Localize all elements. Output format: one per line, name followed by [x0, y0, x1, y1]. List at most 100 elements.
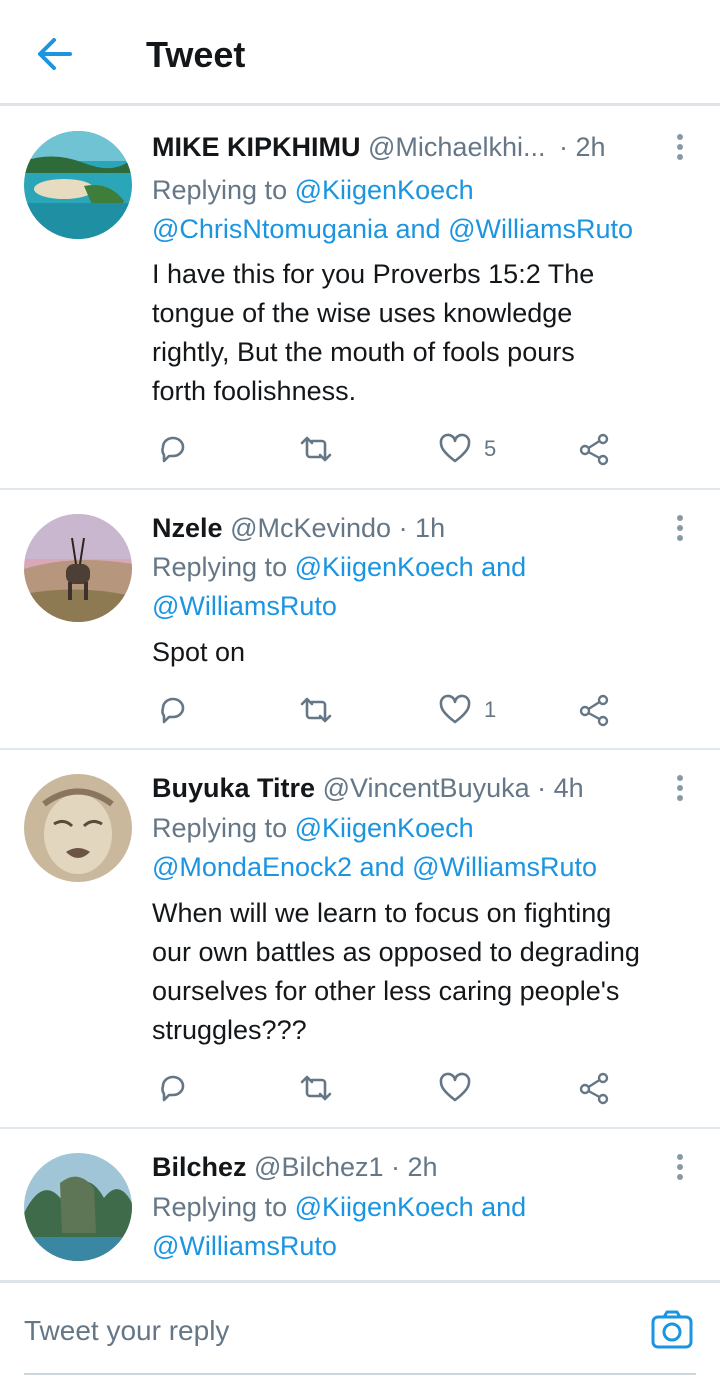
replying-to-label: Replying to	[152, 1192, 295, 1222]
reply-tweet[interactable]: Nzele @McKevindo · 1h Replying to @Kiige…	[0, 490, 720, 750]
reply-icon	[161, 436, 185, 463]
tweet-text: When will we learn to focus on fighting …	[152, 894, 707, 1050]
more-vertical-icon	[677, 515, 683, 541]
mention-link[interactable]: @KiigenKoech	[295, 175, 474, 205]
user-name[interactable]: Buyuka Titre	[152, 773, 315, 803]
avatar[interactable]	[24, 774, 132, 882]
avatar[interactable]	[24, 514, 132, 622]
reply-tweet[interactable]: MIKE KIPKHIMU @Michaelkhi... · 2h Replyi…	[0, 109, 720, 490]
tweet-meta: Bilchez @Bilchez1 · 2h	[152, 1147, 652, 1187]
reply-icon	[161, 697, 185, 724]
page-title: Tweet	[146, 34, 246, 75]
heart-icon	[439, 1072, 471, 1102]
tweet-meta: Nzele @McKevindo · 1h	[152, 508, 652, 548]
tweet-text-line: When will we learn to focus on fighting	[152, 898, 612, 928]
reply-button[interactable]	[157, 427, 189, 471]
user-handle[interactable]: @VincentBuyuka	[323, 773, 530, 803]
reply-composer: Tweet your reply	[0, 1280, 720, 1376]
replying-to-label: Replying to	[152, 175, 295, 205]
retweet-icon	[300, 1075, 332, 1101]
more-options-button[interactable]	[666, 510, 694, 546]
like-count: 1	[484, 697, 497, 722]
like-button[interactable]: 5	[438, 427, 496, 471]
reply-button[interactable]	[157, 1066, 189, 1110]
share-button[interactable]	[578, 688, 612, 732]
replying-to: Replying to @KiigenKoech @MondaEnock2 an…	[152, 809, 712, 887]
mention-link[interactable]: @WilliamsRuto	[448, 214, 633, 244]
retweet-button[interactable]	[298, 427, 334, 471]
top-app-bar: Tweet	[0, 0, 720, 106]
more-vertical-icon	[677, 775, 683, 801]
mention-link[interactable]: @WilliamsRuto	[412, 852, 597, 882]
tweet-time: · 2h	[391, 1152, 438, 1182]
user-handle[interactable]: @Michaelkhi...	[368, 132, 545, 162]
mention-link[interactable]: @WilliamsRuto	[152, 591, 337, 621]
more-options-button[interactable]	[666, 770, 694, 806]
replying-to-label: Replying to	[152, 552, 295, 582]
replying-to: Replying to @KiigenKoech and @WilliamsRu…	[152, 548, 712, 626]
camera-button[interactable]	[650, 1307, 694, 1351]
share-button[interactable]	[578, 427, 612, 471]
like-button[interactable]: 1	[438, 688, 496, 732]
share-button[interactable]	[578, 1066, 612, 1110]
user-name[interactable]: Nzele	[152, 513, 223, 543]
like-button[interactable]	[438, 1066, 484, 1110]
tweet-text-line: I have this for you Proverbs 15:2 The	[152, 259, 595, 289]
mention-link[interactable]: @KiigenKoech	[295, 1192, 474, 1222]
mention-link[interactable]: @KiigenKoech	[295, 813, 474, 843]
reply-input[interactable]: Tweet your reply	[24, 1311, 584, 1351]
tweet-text-line: rightly, But the mouth of fools pours	[152, 337, 575, 367]
tweet-actions	[152, 1066, 632, 1110]
camera-icon	[651, 1310, 693, 1349]
tweet-text-line: struggles???	[152, 1015, 307, 1045]
tweet-text-line: Spot on	[152, 637, 246, 667]
reply-icon	[161, 1075, 185, 1102]
share-icon	[579, 433, 609, 466]
avatar[interactable]	[24, 131, 132, 239]
heart-icon	[439, 694, 471, 724]
tweet-text: Spot on	[152, 633, 707, 672]
more-vertical-icon	[677, 1154, 683, 1180]
mention-link[interactable]: @ChrisNtomugania	[152, 214, 388, 244]
tweet-text-line: tongue of the wise uses knowledge	[152, 298, 573, 328]
mention-link[interactable]: @WilliamsRuto	[152, 1231, 337, 1261]
avatar[interactable]	[24, 1153, 132, 1261]
mention-link[interactable]: @MondaEnock2	[152, 852, 352, 882]
user-handle[interactable]: @McKevindo	[230, 513, 391, 543]
retweet-button[interactable]	[298, 1066, 334, 1110]
more-options-button[interactable]	[666, 1149, 694, 1185]
tweet-meta: Buyuka Titre @VincentBuyuka · 4h	[152, 768, 652, 808]
share-icon	[579, 1072, 609, 1105]
retweet-button[interactable]	[298, 688, 334, 732]
user-handle[interactable]: @Bilchez1	[254, 1152, 383, 1182]
reply-tweet[interactable]: Bilchez @Bilchez1 · 2h Replying to @Kiig…	[0, 1129, 720, 1280]
tweet-actions: 1	[152, 688, 632, 732]
back-button[interactable]	[34, 34, 78, 74]
and-text: and	[352, 852, 413, 882]
tweet-time: · 2h	[559, 132, 606, 162]
replying-to: Replying to @KiigenKoech @ChrisNtomugani…	[152, 171, 712, 249]
share-icon	[579, 694, 609, 727]
tweet-text-line: forth foolishness.	[152, 376, 357, 406]
user-name[interactable]: MIKE KIPKHIMU	[152, 132, 361, 162]
tweet-text-line: our own battles as opposed to degrading	[152, 937, 640, 967]
more-vertical-icon	[677, 134, 683, 160]
tweet-meta: MIKE KIPKHIMU @Michaelkhi... · 2h	[152, 127, 652, 167]
like-count: 5	[484, 436, 497, 461]
reply-tweet[interactable]: Buyuka Titre @VincentBuyuka · 4h Replyin…	[0, 750, 720, 1129]
tweet-actions: 5	[152, 427, 632, 471]
tweet-time: · 4h	[537, 773, 584, 803]
tweet-text-line: ourselves for other less caring people's	[152, 976, 620, 1006]
retweet-icon	[300, 436, 332, 462]
replying-to: Replying to @KiigenKoech and @WilliamsRu…	[152, 1188, 712, 1266]
heart-icon	[439, 433, 471, 463]
mention-link[interactable]: @KiigenKoech	[295, 552, 474, 582]
reply-button[interactable]	[157, 688, 189, 732]
retweet-icon	[300, 697, 332, 723]
and-text: and	[473, 1192, 527, 1222]
more-options-button[interactable]	[666, 129, 694, 165]
user-name[interactable]: Bilchez	[152, 1152, 247, 1182]
replying-to-label: Replying to	[152, 813, 295, 843]
arrow-left-icon	[38, 38, 72, 70]
and-text: and	[388, 214, 449, 244]
